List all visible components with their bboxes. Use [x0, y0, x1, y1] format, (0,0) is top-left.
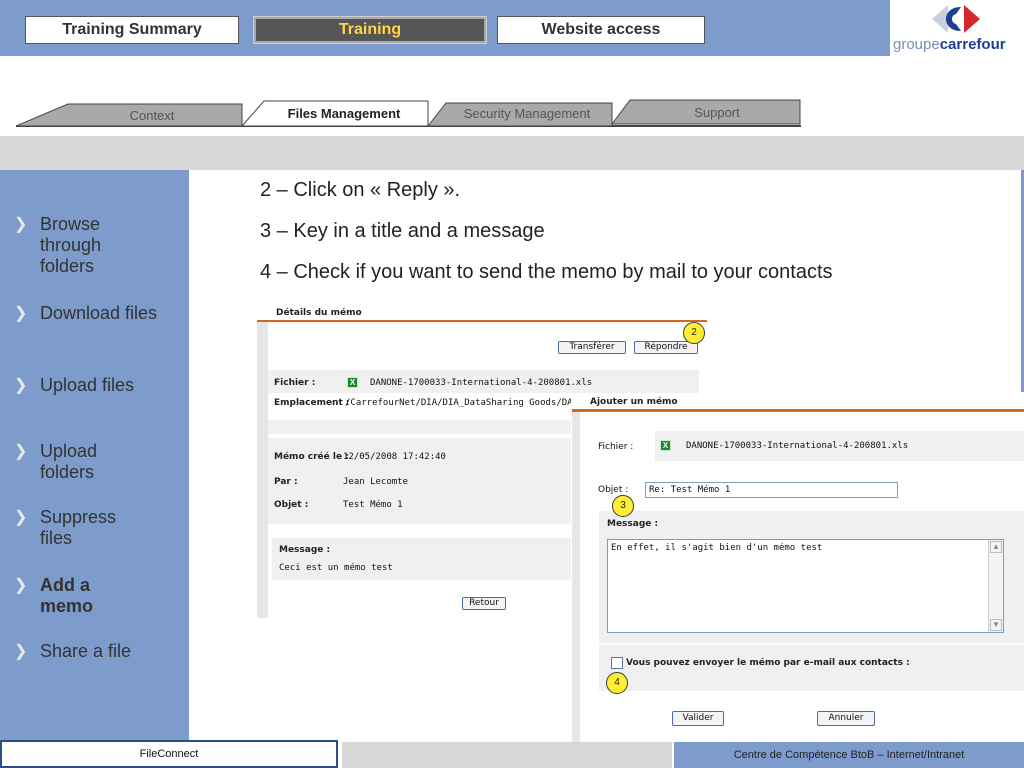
sidebar-item-upload-files[interactable]: ❯ Upload files	[14, 375, 184, 397]
send-email-checkbox[interactable]	[611, 657, 623, 669]
excel-file-icon: X	[660, 440, 671, 451]
sidebar-item-label: Add a memo	[40, 575, 94, 616]
memo-details-title: Détails du mémo	[276, 308, 362, 318]
add-memo-panel: Ajouter un mémo Fichier : X DANONE-17000…	[572, 393, 1024, 742]
sidebar-item-label: Upload files	[40, 375, 135, 395]
message-label: Message :	[607, 519, 659, 529]
sidebar-item-add-memo[interactable]: ❯ Add a memo	[14, 575, 184, 619]
chevron-right-icon: ❯	[14, 443, 28, 460]
panel-left-border	[572, 412, 580, 742]
chevron-right-icon: ❯	[14, 509, 28, 526]
slide: Training Summary Training Website access…	[0, 0, 1024, 768]
subject-input[interactable]: Re: Test Mémo 1	[645, 482, 898, 498]
callout-4: 4	[606, 672, 628, 694]
cancel-button[interactable]: Annuler	[817, 711, 875, 726]
chevron-right-icon: ❯	[14, 377, 28, 394]
author-label: Par :	[274, 477, 298, 487]
scrollbar[interactable]: ▲ ▼	[988, 540, 1003, 632]
title-underline	[572, 409, 1024, 412]
email-option-block	[599, 645, 1024, 691]
chevron-right-icon: ❯	[14, 216, 28, 233]
website-access-button[interactable]: Website access	[497, 16, 705, 44]
sidebar-item-suppress-files[interactable]: ❯ Suppress files	[14, 507, 184, 551]
sub-header-bar	[0, 136, 1024, 170]
callout-3: 3	[612, 495, 634, 517]
sidebar-item-label: Upload folders	[40, 441, 98, 482]
subject-label: Objet :	[598, 485, 629, 495]
instruction-step-3: 3 – Key in a title and a message	[260, 220, 545, 242]
tab-files-management[interactable]: Files Management	[262, 106, 426, 121]
message-label: Message :	[279, 545, 331, 555]
carrefour-logo-icon	[932, 5, 980, 33]
sidebar-item-label: Browse through folders	[40, 214, 102, 276]
instruction-step-2: 2 – Click on « Reply ».	[260, 179, 461, 201]
chevron-right-icon: ❯	[14, 305, 28, 322]
carrefour-logo: groupecarrefour	[890, 0, 1024, 56]
title-underline	[257, 320, 707, 322]
transfer-button[interactable]: Transférer	[558, 341, 626, 354]
location-value: /CarrefourNet/DIA/DIA_DataSharing Goods/…	[345, 398, 571, 408]
file-name-link[interactable]: DANONE-1700033-International-4-200801.xl…	[686, 441, 908, 451]
spacer	[268, 524, 571, 538]
instruction-step-4: 4 – Check if you want to send the memo b…	[260, 261, 833, 283]
scroll-down-icon[interactable]: ▼	[990, 619, 1002, 631]
sidebar-item-share-file[interactable]: ❯ Share a file	[14, 641, 184, 663]
sidebar-item-label: Share a file	[40, 641, 132, 661]
panel-left-border	[257, 322, 268, 618]
validate-button[interactable]: Valider	[672, 711, 724, 726]
created-label: Mémo créé le :	[274, 452, 349, 462]
location-label: Emplacement :	[274, 398, 350, 408]
footer-org-name: Centre de Compétence BtoB – Internet/Int…	[733, 749, 965, 761]
excel-file-icon: X	[347, 377, 358, 388]
chevron-right-icon: ❯	[14, 577, 28, 594]
separator-row	[268, 420, 571, 434]
tab-context[interactable]: Context	[70, 108, 234, 123]
footer-right: Centre de Compétence BtoB – Internet/Int…	[674, 742, 1024, 768]
message-value: Ceci est un mémo test	[279, 563, 393, 573]
subject-value: Test Mémo 1	[343, 500, 403, 510]
memo-meta-block	[268, 438, 571, 524]
file-name-link[interactable]: DANONE-1700033-International-4-200801.xl…	[370, 378, 592, 388]
tab-support[interactable]: Support	[632, 105, 802, 120]
sidebar-item-label: Suppress files	[40, 507, 117, 548]
tab-security-management[interactable]: Security Management	[446, 106, 608, 121]
back-button[interactable]: Retour	[462, 597, 506, 610]
file-label: Fichier :	[598, 442, 634, 452]
sidebar-item-label: Download files	[40, 303, 158, 323]
created-value: 12/05/2008 17:42:40	[343, 452, 446, 462]
subject-label: Objet :	[274, 500, 309, 510]
chevron-right-icon: ❯	[14, 643, 28, 660]
footer-left: FileConnect	[0, 740, 338, 768]
author-value: Jean Lecomte	[343, 477, 409, 487]
sidebar-item-browse-folders[interactable]: ❯ Browse through folders	[14, 214, 184, 278]
scroll-up-icon[interactable]: ▲	[990, 541, 1002, 553]
callout-2: 2	[683, 322, 705, 344]
training-button[interactable]: Training	[253, 16, 487, 44]
file-label: Fichier :	[274, 378, 316, 388]
add-memo-title: Ajouter un mémo	[590, 397, 678, 407]
training-summary-button[interactable]: Training Summary	[25, 16, 239, 44]
footer-app-name: FileConnect	[139, 748, 199, 760]
message-text: En effet, il s'agit bien d'un mémo test	[611, 543, 823, 553]
footer-middle	[342, 742, 672, 768]
sidebar-item-upload-folders[interactable]: ❯ Upload folders	[14, 441, 184, 485]
sidebar-item-download-files[interactable]: ❯ Download files	[14, 303, 184, 347]
logo-wordmark: groupecarrefour	[893, 36, 1006, 53]
message-textarea[interactable]: En effet, il s'agit bien d'un mémo test …	[607, 539, 1004, 633]
send-email-label: Vous pouvez envoyer le mémo par e-mail a…	[626, 658, 910, 668]
